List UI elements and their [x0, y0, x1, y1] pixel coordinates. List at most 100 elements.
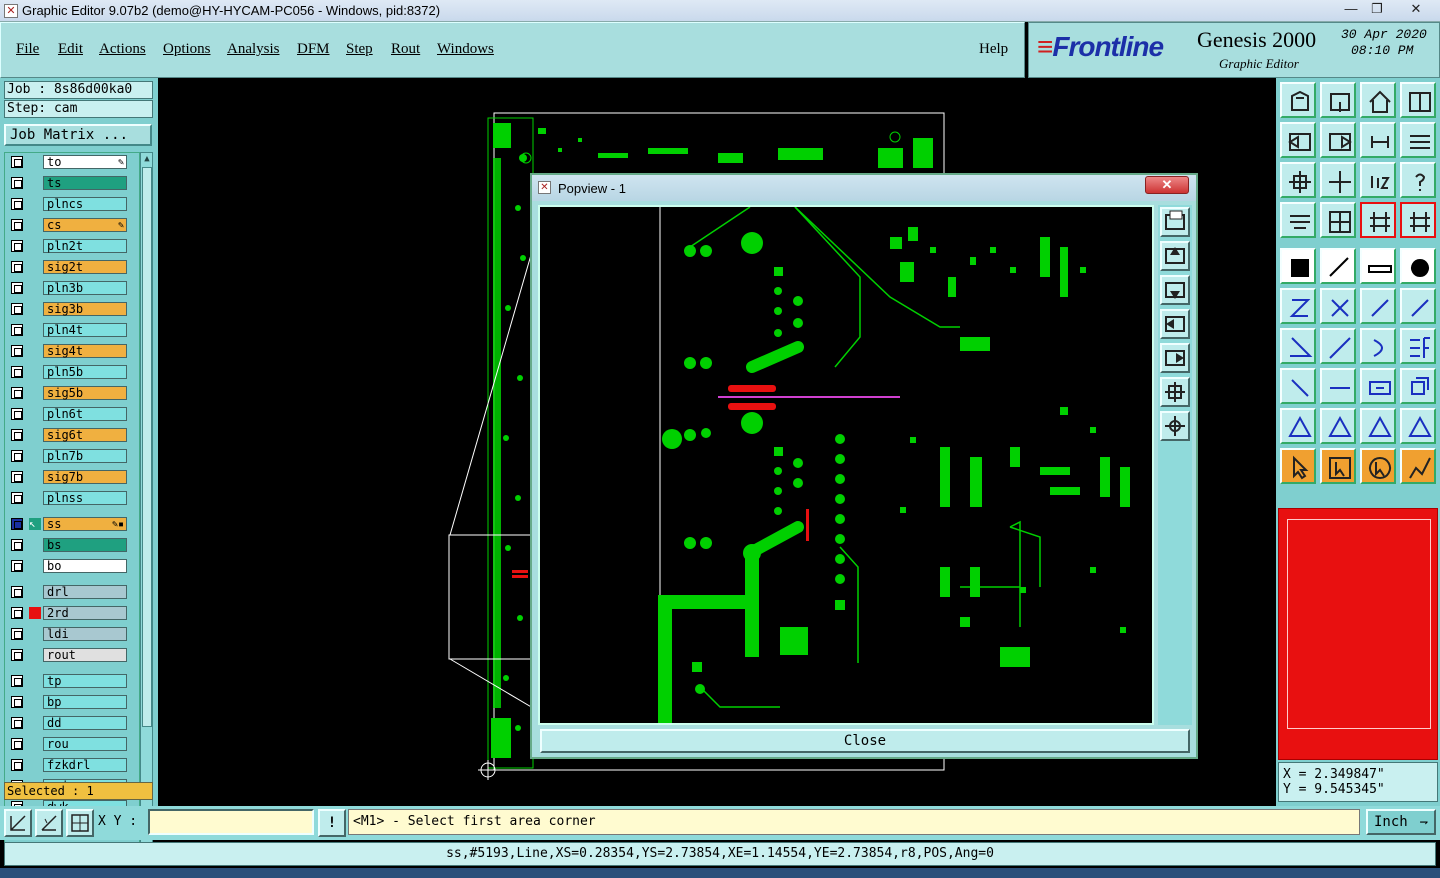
tool-arc-button[interactable]: [1360, 328, 1396, 364]
popview-pan-down-button[interactable]: [1160, 275, 1190, 305]
layer-name[interactable]: bs: [43, 538, 127, 552]
layer-row-rout[interactable]: rout: [9, 648, 127, 663]
layer-name[interactable]: bo: [43, 559, 127, 573]
layer-checkbox[interactable]: [11, 560, 23, 572]
layer-row-pln6t[interactable]: pln6t: [9, 407, 127, 422]
layer-row-rou[interactable]: rou: [9, 737, 127, 752]
overview-map[interactable]: [1278, 508, 1438, 760]
tool-home-button[interactable]: [1360, 82, 1396, 118]
layer-name[interactable]: pln7b: [43, 449, 127, 463]
layer-name[interactable]: sig7b: [43, 470, 127, 484]
layer-name[interactable]: sig3b: [43, 302, 127, 316]
layer-name[interactable]: plnss: [43, 491, 127, 505]
layer-name[interactable]: dd: [43, 716, 127, 730]
layer-row-sig6t[interactable]: sig6t: [9, 428, 127, 443]
menu-step[interactable]: Step: [346, 41, 373, 58]
tool-circle-button[interactable]: [1400, 248, 1436, 284]
layer-scrollbar[interactable]: ▲ ▼: [140, 152, 153, 854]
tool-mirror-button[interactable]: [1400, 122, 1436, 158]
tool-layer-b-button[interactable]: [1400, 202, 1436, 238]
layer-name[interactable]: tp: [43, 674, 127, 688]
menu-dfm[interactable]: DFM: [297, 41, 330, 58]
layer-checkbox[interactable]: [11, 759, 23, 771]
layer-checkbox[interactable]: [11, 429, 23, 441]
layer-checkbox[interactable]: [11, 408, 23, 420]
layer-name[interactable]: cs ✎: [43, 218, 127, 232]
layer-row-fzkdrl[interactable]: fzkdrl: [9, 758, 127, 773]
layer-row-cs[interactable]: cs ✎: [9, 218, 127, 233]
layer-row-sig7b[interactable]: sig7b: [9, 470, 127, 485]
tool-triangle-d-button[interactable]: [1400, 408, 1436, 444]
layer-row-sig3b[interactable]: sig3b: [9, 302, 127, 317]
tool-move-button[interactable]: [1280, 368, 1316, 404]
tool-pan-left-button[interactable]: [1280, 122, 1316, 158]
popview-zoom-in-button[interactable]: [1160, 411, 1190, 441]
job-matrix-button[interactable]: Job Matrix ...: [4, 124, 152, 146]
tool-measure-button[interactable]: [1360, 368, 1396, 404]
menu-help[interactable]: Help: [979, 41, 1008, 58]
layer-name[interactable]: rou: [43, 737, 127, 751]
tool-pad-button[interactable]: [1280, 248, 1316, 284]
layer-name[interactable]: ldi: [43, 627, 127, 641]
unit-selector[interactable]: Inch ⇁: [1366, 809, 1436, 835]
popview-zoom-window-button[interactable]: [1160, 207, 1190, 237]
layer-checkbox[interactable]: [11, 387, 23, 399]
tool-snap-b-button[interactable]: [1400, 288, 1436, 324]
tool-cross-button[interactable]: [1320, 288, 1356, 324]
tool-select-box-button[interactable]: [1320, 448, 1356, 484]
tool-center-button[interactable]: [1320, 162, 1356, 198]
tool-scale-1-2-button[interactable]: [1360, 162, 1396, 198]
layer-checkbox[interactable]: [11, 177, 23, 189]
popview-pan-up-button[interactable]: [1160, 241, 1190, 271]
tool-options-a-button[interactable]: [1280, 202, 1316, 238]
popview-pan-left-button[interactable]: [1160, 309, 1190, 339]
layer-checkbox[interactable]: [11, 219, 23, 231]
menu-file[interactable]: File: [16, 41, 39, 58]
tool-query-button[interactable]: [1400, 162, 1436, 198]
tool-ruler-button[interactable]: [1360, 248, 1396, 284]
menu-actions[interactable]: Actions: [99, 41, 146, 58]
layer-row-pln7b[interactable]: pln7b: [9, 449, 127, 464]
layer-row-to[interactable]: to ✎: [9, 155, 127, 170]
layer-checkbox[interactable]: [11, 303, 23, 315]
layer-checkbox[interactable]: [11, 345, 23, 357]
layer-checkbox[interactable]: [11, 492, 23, 504]
layer-row-tp[interactable]: tp: [9, 674, 127, 689]
tool-select-circle-button[interactable]: [1360, 448, 1396, 484]
tool-angle-button[interactable]: [1280, 328, 1316, 364]
layer-checkbox[interactable]: [11, 471, 23, 483]
menu-options[interactable]: Options: [163, 41, 211, 58]
tool-triangle-c-button[interactable]: [1360, 408, 1396, 444]
tool-select-path-button[interactable]: [1400, 448, 1436, 484]
popview-titlebar[interactable]: ✕ Popview - 1 ✕: [532, 175, 1196, 201]
layer-checkbox[interactable]: [11, 450, 23, 462]
layer-checkbox[interactable]: [11, 675, 23, 687]
tool-cut-button[interactable]: [1320, 368, 1356, 404]
popview-zoom-out-button[interactable]: [1160, 377, 1190, 407]
tool-triangle-b-button[interactable]: [1320, 408, 1356, 444]
popview-close-button[interactable]: Close: [540, 729, 1190, 753]
layer-row-ldi[interactable]: ldi: [9, 627, 127, 642]
xy-input[interactable]: [148, 809, 314, 835]
layer-row-pln5b[interactable]: pln5b: [9, 365, 127, 380]
layer-checkbox[interactable]: [11, 738, 23, 750]
layer-name[interactable]: pln6t: [43, 407, 127, 421]
tool-slope-button[interactable]: [1320, 328, 1356, 364]
layer-name[interactable]: pln4t: [43, 323, 127, 337]
layer-row-ts[interactable]: ts: [9, 176, 127, 191]
layer-checkbox[interactable]: [11, 156, 23, 168]
layer-name[interactable]: sig6t: [43, 428, 127, 442]
close-window-button[interactable]: ✕: [1396, 0, 1436, 20]
layer-name[interactable]: sig5b: [43, 386, 127, 400]
layer-row-bs[interactable]: bs: [9, 538, 127, 553]
tool-pan-right-button[interactable]: [1320, 122, 1356, 158]
menu-analysis[interactable]: Analysis: [227, 41, 280, 58]
layer-checkbox[interactable]: [11, 366, 23, 378]
tool-select-button[interactable]: [1280, 448, 1316, 484]
scroll-up-icon[interactable]: ▲: [142, 154, 152, 164]
scroll-thumb[interactable]: [142, 167, 152, 727]
tool-feature-button[interactable]: [1400, 328, 1436, 364]
layer-row-ss[interactable]: ↖ ss ✎▪: [9, 517, 127, 532]
layer-name[interactable]: ts: [43, 176, 127, 190]
menu-rout[interactable]: Rout: [391, 41, 420, 58]
